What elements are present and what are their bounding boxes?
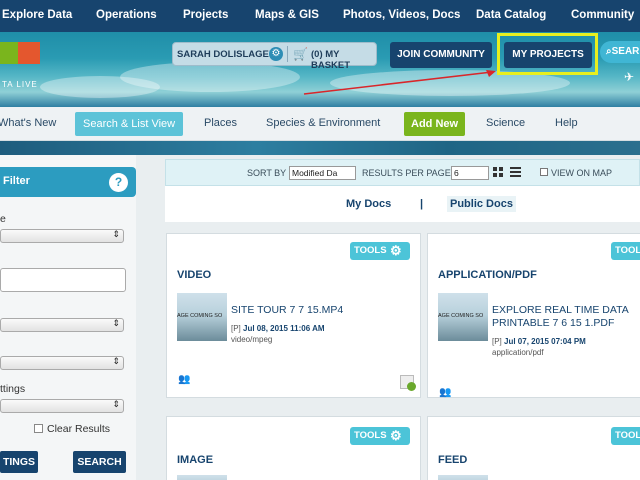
tools-button[interactable]: TOOL [611, 242, 640, 260]
annotation-arrow-icon [303, 70, 496, 95]
doc-tabs: My Docs | Public Docs [165, 186, 640, 222]
annotation-highlight-box [497, 33, 598, 75]
filter-select-4[interactable] [0, 399, 124, 413]
file-date: [P] Jul 08, 2015 11:06 AM [231, 324, 325, 333]
top-nav: Explore Data Operations Projects Maps & … [0, 0, 640, 32]
doc-tab-separator: | [420, 198, 424, 210]
tools-label: TOOLS [354, 430, 387, 441]
nav-explore-data[interactable]: Explore Data [2, 9, 72, 21]
filter-text-input[interactable] [0, 268, 126, 292]
view-on-map-checkbox[interactable] [540, 168, 548, 176]
thumbnail[interactable] [438, 475, 488, 480]
people-icon[interactable]: 👥 [439, 387, 451, 398]
tools-label: TOOLS [354, 245, 387, 256]
file-name-link[interactable]: SITE TOUR 7 7 15.MP4 [231, 304, 411, 317]
card-type-title: APPLICATION/PDF [438, 269, 537, 281]
tab-search-list-view[interactable]: Search & List View [75, 112, 184, 136]
doc-card-image: TOOLS ⚙ IMAGE [166, 416, 421, 480]
gear-icon: ⚙ [390, 428, 402, 443]
people-icon[interactable]: 👥 [178, 374, 190, 385]
thumbnail[interactable] [177, 475, 227, 480]
sort-by-select[interactable]: Modified Da [289, 166, 356, 180]
card-type-title: IMAGE [177, 454, 214, 466]
tab-places[interactable]: Places [204, 117, 237, 129]
doc-card-feed: TOOL FEED [427, 416, 640, 480]
tab-whats-new[interactable]: What's New [0, 117, 56, 129]
tab-species-environment[interactable]: Species & Environment [266, 117, 380, 129]
filter-header: Filter ? [0, 167, 136, 197]
grid-view-icon[interactable] [493, 167, 503, 177]
divider [287, 46, 288, 62]
filter-label-type: e [0, 213, 6, 225]
logo-bird-icon [18, 42, 40, 64]
card-type-title: FEED [438, 454, 468, 466]
logo-leaf-icon [0, 42, 18, 64]
thumbnail[interactable]: AGE COMING SO [438, 293, 488, 341]
thumbnail[interactable]: AGE COMING SO [177, 293, 227, 341]
user-bar: SARAH DOLISLAGER ⚙ 🛒 (0) MY BASKET [172, 42, 377, 71]
nav-data-catalog[interactable]: Data Catalog [476, 9, 546, 21]
filter-select-2[interactable] [0, 318, 124, 332]
file-mime: application/pdf [492, 348, 544, 357]
sort-by-label: SORT BY [247, 168, 287, 178]
doc-card-video: TOOLS ⚙ VIDEO AGE COMING SO SITE TOUR 7 7… [166, 233, 421, 398]
results-per-page-select[interactable]: 6 [451, 166, 489, 180]
tab-help[interactable]: Help [555, 117, 578, 129]
logo-text: TA LIVE [2, 80, 38, 89]
user-settings-gear-icon[interactable]: ⚙ [269, 47, 283, 61]
secondary-nav: What's New Search & List View Places Spe… [0, 107, 640, 141]
gear-icon: ⚙ [390, 243, 402, 258]
nav-projects[interactable]: Projects [183, 9, 228, 21]
user-name[interactable]: SARAH DOLISLAGER [177, 49, 276, 60]
nav-photos-videos-docs[interactable]: Photos, Videos, Docs [343, 9, 460, 21]
plane-icon: ✈ [624, 70, 635, 84]
card-type-title: VIDEO [177, 269, 212, 281]
tools-label: TOOL [615, 430, 640, 441]
nav-community[interactable]: Community [571, 9, 634, 21]
tab-public-docs[interactable]: Public Docs [447, 196, 516, 212]
filter-select-3[interactable] [0, 356, 124, 370]
filter-select-1[interactable] [0, 229, 124, 243]
search-submit-button[interactable]: SEARCH [73, 451, 126, 473]
file-date: [P] Jul 07, 2015 07:04 PM [492, 337, 586, 346]
cart-icon[interactable]: 🛒 [293, 47, 308, 61]
search-button[interactable]: ⌕SEAR [600, 41, 640, 63]
map-strip [0, 141, 640, 155]
view-on-map-label: VIEW ON MAP [551, 168, 613, 178]
download-icon[interactable] [400, 375, 416, 391]
list-view-icon[interactable] [510, 167, 521, 177]
nav-operations[interactable]: Operations [96, 9, 157, 21]
tools-button[interactable]: TOOL [611, 427, 640, 445]
join-community-button[interactable]: JOIN COMMUNITY [390, 42, 492, 68]
tools-button[interactable]: TOOLS ⚙ [350, 242, 410, 260]
results-per-page-label: RESULTS PER PAGE [362, 168, 451, 178]
tools-button[interactable]: TOOLS ⚙ [350, 427, 410, 445]
filter-title: Filter [3, 175, 30, 187]
add-new-button[interactable]: Add New [404, 112, 466, 136]
filter-panel: Filter ? e ttings Clear Results TINGS SE… [0, 155, 136, 480]
sort-bar: SORT BY Modified Da RESULTS PER PAGE 6 V… [165, 159, 640, 186]
filter-label-settings: ttings [0, 383, 26, 395]
doc-card-pdf: TOOL APPLICATION/PDF AGE COMING SO EXPLO… [427, 233, 640, 398]
help-icon[interactable]: ? [109, 173, 128, 192]
save-settings-button[interactable]: TINGS [0, 451, 38, 473]
clear-results-label: Clear Results [47, 423, 111, 435]
tab-my-docs[interactable]: My Docs [346, 198, 391, 210]
nav-maps-gis[interactable]: Maps & GIS [255, 9, 319, 21]
clear-results-checkbox[interactable] [34, 424, 43, 433]
search-label: SEAR [611, 46, 640, 57]
tab-science[interactable]: Science [486, 117, 525, 129]
tools-label: TOOL [615, 245, 640, 256]
file-name-link[interactable]: EXPLORE REAL TIME DATA PRINTABLE 7 6 15 … [492, 304, 640, 330]
file-mime: video/mpeg [231, 335, 273, 344]
